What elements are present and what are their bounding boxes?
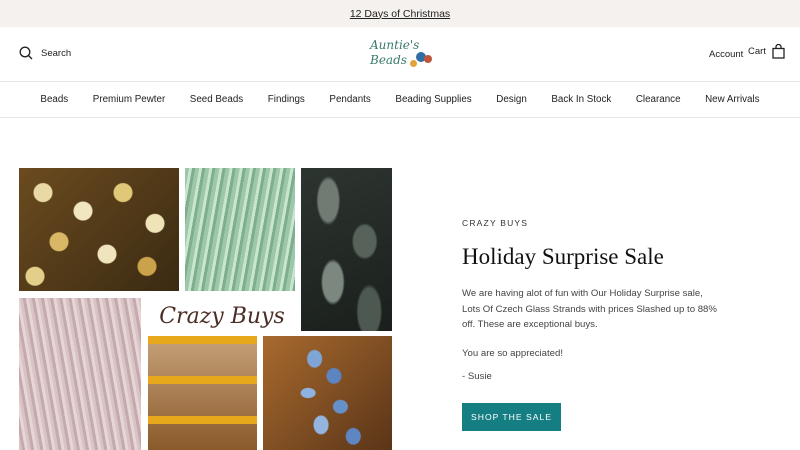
- main-nav: Beads Premium Pewter Seed Beads Findings…: [0, 82, 800, 118]
- shop-the-sale-button[interactable]: SHOP THE SALE: [462, 403, 561, 431]
- nav-item-beads[interactable]: Beads: [40, 94, 68, 105]
- nav-item-design[interactable]: Design: [496, 94, 527, 105]
- green-glass-strands-photo: [185, 168, 295, 291]
- promo-section: CRAZY BUYS Holiday Surprise Sale We are …: [462, 218, 722, 382]
- promo-signature: - Susie: [462, 370, 492, 382]
- cart-button[interactable]: Cart: [748, 44, 785, 59]
- dark-leaf-beads-photo: [301, 168, 392, 331]
- logo-text-line1: Auntie's: [370, 38, 420, 52]
- search-label: Search: [41, 47, 72, 59]
- blue-drop-beads-photo: [263, 336, 392, 450]
- promo-heading: Holiday Surprise Sale: [462, 244, 664, 269]
- promo-appreciation: You are so appreciated!: [462, 347, 563, 359]
- promo-description: We are having alot of fun with Our Holid…: [462, 288, 717, 330]
- logo-bead-icon: [424, 55, 432, 63]
- promo-collage-image: Crazy Buys: [19, 168, 392, 450]
- nav-item-seed-beads[interactable]: Seed Beads: [190, 94, 243, 105]
- cart-label: Cart: [748, 46, 766, 57]
- nav-item-premium-pewter[interactable]: Premium Pewter: [93, 94, 165, 105]
- nav-item-back-in-stock[interactable]: Back In Stock: [551, 94, 611, 105]
- promo-eyebrow: CRAZY BUYS: [462, 218, 529, 228]
- collage-overlay-text: Crazy Buys: [147, 296, 297, 336]
- shopping-bag-icon: [772, 44, 785, 59]
- nav-item-new-arrivals[interactable]: New Arrivals: [705, 94, 759, 105]
- search-icon: [19, 46, 33, 60]
- search-button[interactable]: Search: [19, 46, 71, 60]
- announcement-link[interactable]: 12 Days of Christmas: [350, 8, 450, 20]
- logo-bead-icon: [410, 60, 417, 67]
- account-link[interactable]: Account: [709, 49, 743, 60]
- nav-item-clearance[interactable]: Clearance: [636, 94, 681, 105]
- pink-seed-beads-photo: [19, 298, 141, 450]
- site-header: Search Auntie's Beads Account Cart: [0, 27, 800, 82]
- nav-item-pendants[interactable]: Pendants: [329, 94, 370, 105]
- site-logo[interactable]: Auntie's Beads: [366, 36, 434, 74]
- announcement-bar: 12 Days of Christmas: [0, 0, 800, 27]
- logo-text-line2: Beads: [370, 53, 407, 67]
- nav-item-findings[interactable]: Findings: [268, 94, 305, 105]
- gold-beads-photo: [19, 168, 179, 291]
- nav-item-beading-supplies[interactable]: Beading Supplies: [395, 94, 471, 105]
- amber-beads-photo: [148, 336, 257, 450]
